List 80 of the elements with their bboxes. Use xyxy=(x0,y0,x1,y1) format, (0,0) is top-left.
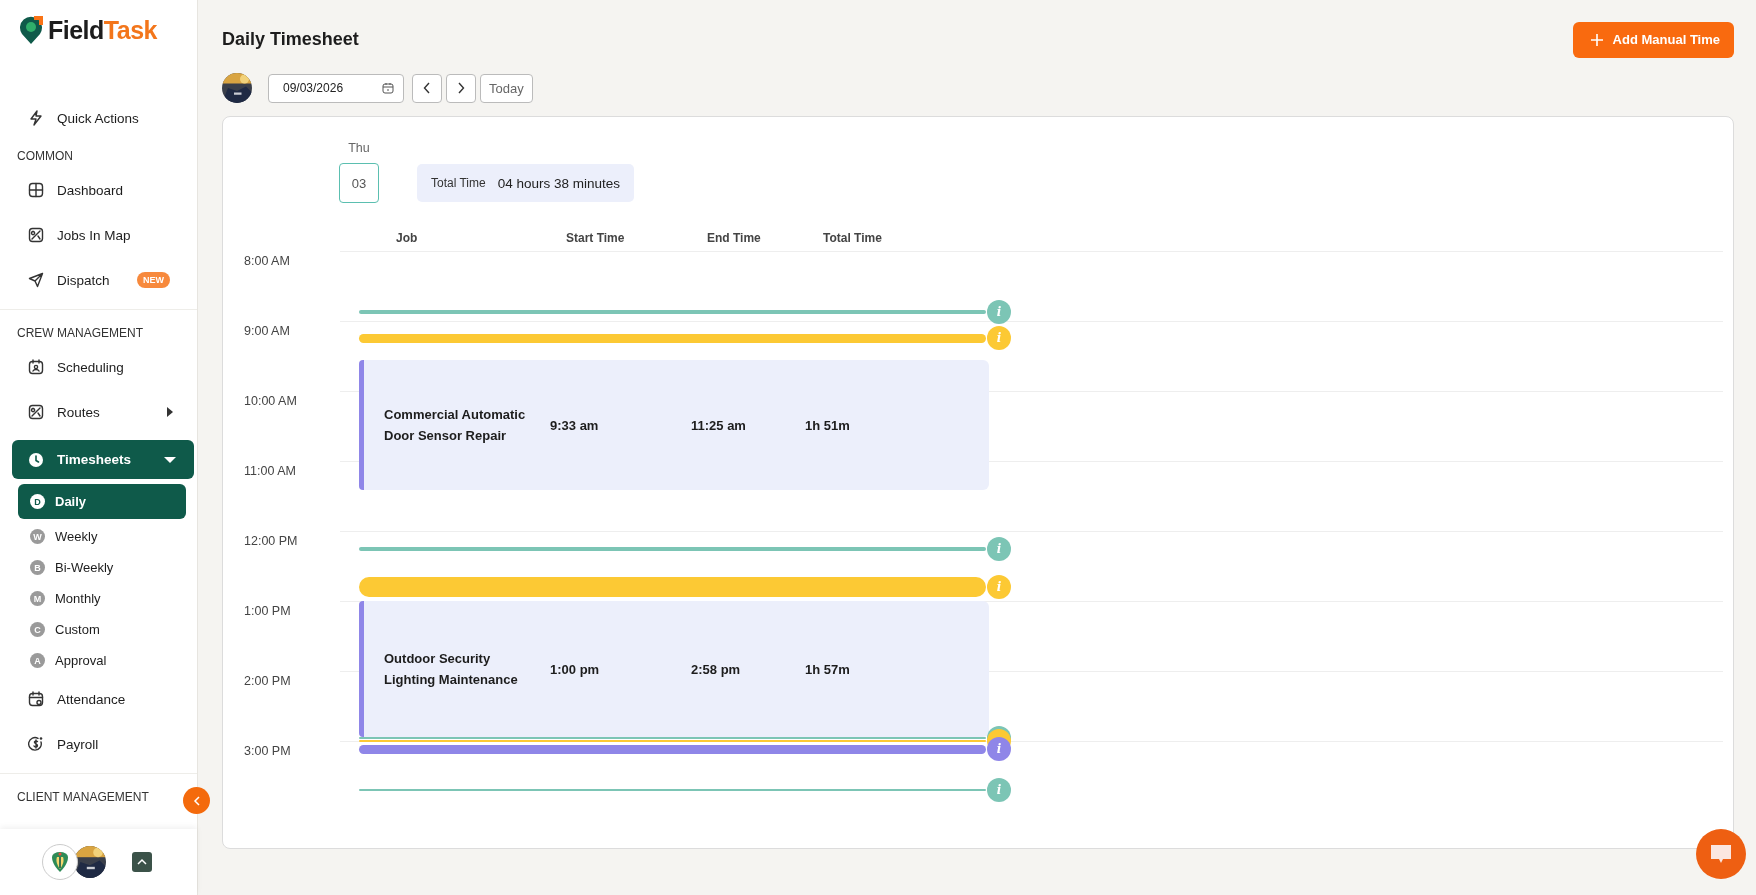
hour-label: 11:00 AM xyxy=(243,463,297,480)
chevron-right-icon xyxy=(457,82,465,94)
clock-icon xyxy=(28,451,44,468)
chevron-left-icon xyxy=(192,795,201,806)
nav-item[interactable]: Routes xyxy=(12,395,194,429)
job-name: Outdoor Security Lighting Maintenance xyxy=(384,650,519,689)
total-time-value: 04 hours 38 minutes xyxy=(497,175,620,191)
map-icon xyxy=(28,227,44,243)
next-button[interactable] xyxy=(446,73,476,103)
nav-subitem[interactable]: C Custom xyxy=(18,614,186,645)
letter-icon: B xyxy=(30,560,45,575)
hour-label: 2:00 PM xyxy=(243,673,292,690)
expand-button[interactable] xyxy=(132,852,152,872)
bolt-icon xyxy=(28,110,44,126)
job-name: Commercial Automatic Door Sensor Repair xyxy=(384,406,527,445)
nav-item[interactable]: Payroll xyxy=(12,727,194,761)
nav-item[interactable]: Scheduling xyxy=(12,350,194,384)
section-heading: CREW MANAGEMENT xyxy=(16,326,144,340)
time-entry-bar[interactable] xyxy=(359,333,986,343)
day-number: 03 xyxy=(339,163,379,203)
hour-label: 3:00 PM xyxy=(243,743,292,760)
grid-icon xyxy=(28,182,44,198)
chevron-up-icon xyxy=(137,858,147,866)
weekday-label: Thu xyxy=(348,141,370,155)
brand-name: FieldTask xyxy=(48,15,157,45)
new-badge: NEW xyxy=(137,272,170,288)
letter-icon: D xyxy=(30,494,45,509)
column-header: Job xyxy=(396,231,419,247)
calendar-icon xyxy=(28,359,44,375)
column-header: Start Time xyxy=(566,231,626,247)
column-header: Total Time xyxy=(823,231,883,247)
end-time: 2:58 pm xyxy=(691,661,742,677)
total-time: 1h 57m xyxy=(805,661,851,677)
total-time-label: Total Time xyxy=(431,176,486,190)
page-title: Daily Timesheet xyxy=(222,29,359,50)
date-field[interactable]: 09/03/2026 xyxy=(268,73,404,103)
collapse-button[interactable] xyxy=(183,787,210,814)
nav-item[interactable]: Dispatch NEW xyxy=(12,263,194,297)
chevron-left-icon xyxy=(423,82,431,94)
start-time: 9:33 am xyxy=(550,417,600,433)
time-entry-card[interactable]: Outdoor Security Lighting Maintenance 1:00 pm 2:58 pm 1h 57m xyxy=(359,601,989,737)
nav-subitem[interactable]: D Daily xyxy=(18,484,186,519)
hour-label: 12:00 PM xyxy=(243,533,299,550)
hour-label: 9:00 AM xyxy=(243,323,291,340)
letter-icon: W xyxy=(30,529,45,544)
hour-label: 8:00 AM xyxy=(243,253,291,270)
shield-icon xyxy=(51,851,69,873)
today-button[interactable]: Today xyxy=(480,73,533,103)
section-heading: CLIENT MANAGEMENT xyxy=(16,790,150,804)
end-time: 11:25 am xyxy=(691,417,747,433)
chat-icon xyxy=(1709,843,1733,865)
hour-label: 1:00 PM xyxy=(243,603,292,620)
letter-icon: A xyxy=(30,653,45,668)
nav-subitem[interactable]: A Approval xyxy=(18,645,186,676)
nav-item[interactable]: Quick Actions xyxy=(12,101,194,135)
map-icon xyxy=(28,404,44,420)
nav-item[interactable]: Dashboard xyxy=(12,173,194,207)
nav-subitem[interactable]: M Monthly xyxy=(18,583,186,614)
column-header: End Time xyxy=(707,231,762,247)
chat-button[interactable] xyxy=(1696,829,1746,879)
nav-subitem[interactable]: B Bi-Weekly xyxy=(18,552,186,583)
plus-icon xyxy=(1590,33,1603,46)
section-heading: COMMON xyxy=(16,149,74,163)
nav-item[interactable]: Attendance xyxy=(12,682,194,716)
letter-icon: C xyxy=(30,622,45,637)
total-time: 1h 51m xyxy=(805,417,851,433)
time-entry-card[interactable]: Commercial Automatic Door Sensor Repair 9:33 am 11:25 am 1h 51m xyxy=(359,360,989,490)
start-time: 1:00 pm xyxy=(550,661,601,677)
nav-item[interactable]: Jobs In Map xyxy=(12,218,194,252)
nav-item[interactable]: Timesheets xyxy=(12,440,194,479)
previous-button[interactable] xyxy=(412,73,442,103)
hour-label: 10:00 AM xyxy=(243,393,298,410)
letter-icon: M xyxy=(30,591,45,606)
company-logo[interactable] xyxy=(42,844,78,880)
send-icon xyxy=(28,272,44,288)
calendar-icon xyxy=(28,691,44,707)
nav-subitem[interactable]: W Weekly xyxy=(18,521,186,552)
time-entry-bar[interactable] xyxy=(359,744,986,754)
logo-icon xyxy=(18,15,44,45)
dollar-icon xyxy=(28,736,44,752)
